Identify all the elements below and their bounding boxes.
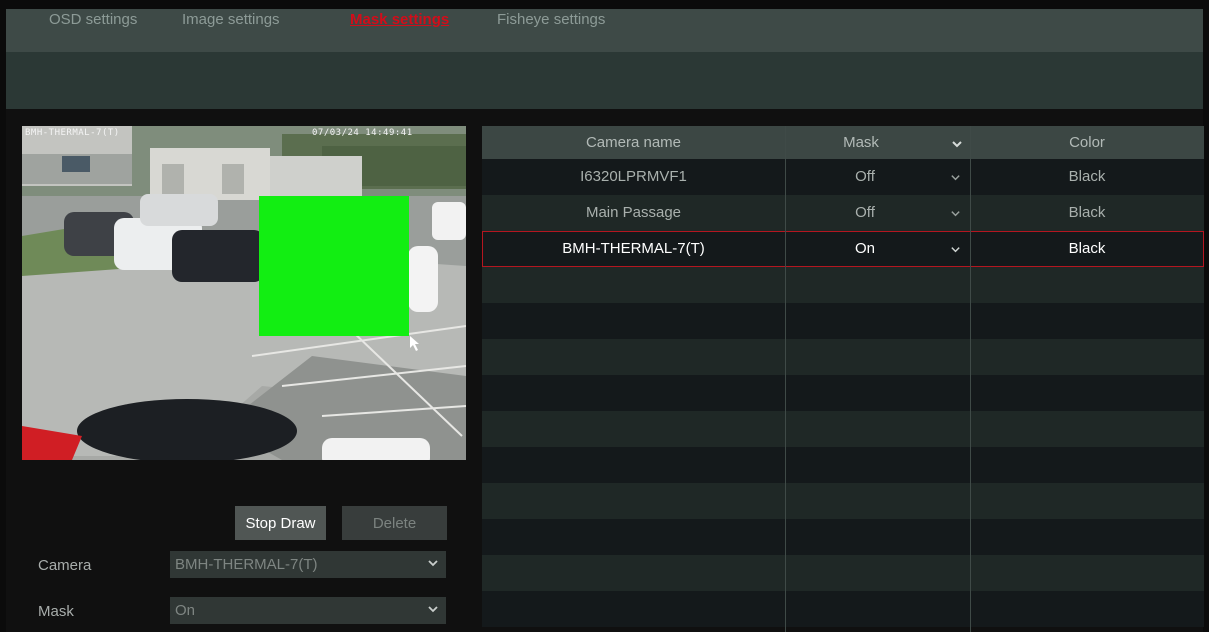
mask-select-value: On <box>175 602 196 619</box>
empty-row <box>482 303 1204 339</box>
chevron-down-icon[interactable] <box>950 208 961 219</box>
chevron-down-icon <box>428 560 438 567</box>
stop-draw-button[interactable]: Stop Draw <box>235 506 326 540</box>
chevron-down-icon[interactable] <box>951 138 963 150</box>
camera-select-value: BMH-THERMAL-7(T) <box>175 556 318 573</box>
camera-label: Camera <box>38 557 92 574</box>
table-row[interactable]: I6320LPRMVF1 Off Black <box>482 159 1204 195</box>
cell-color: Black <box>1068 240 1106 257</box>
osd-datetime: 07/03/24 14:49:41 <box>312 128 413 138</box>
cell-color: Black <box>1068 168 1106 185</box>
table-row-selected[interactable]: BMH-THERMAL-7(T) On Black <box>482 231 1204 267</box>
column-header-mask: Mask <box>843 134 879 151</box>
tab-osd-settings[interactable]: OSD settings <box>49 11 137 28</box>
cell-color: Black <box>1068 204 1106 221</box>
column-header-camera-name: Camera name <box>585 134 682 151</box>
camera-preview[interactable]: BMH-THERMAL-7(T) 07/03/24 14:49:41 <box>22 126 466 460</box>
empty-row <box>482 519 1204 555</box>
mask-table: Camera name Mask Color I6320LPRMVF1 Off … <box>482 126 1206 632</box>
mask-select[interactable]: On <box>170 597 446 624</box>
chevron-down-icon[interactable] <box>950 244 961 255</box>
osd-camera-name: BMH-THERMAL-7(T) <box>25 128 120 138</box>
chevron-down-icon <box>428 606 438 613</box>
column-divider <box>785 126 786 632</box>
cell-camera-name: BMH-THERMAL-7(T) <box>562 240 705 257</box>
sub-toolbar <box>6 52 1203 109</box>
mask-label: Mask <box>38 603 74 620</box>
tab-fisheye-settings[interactable]: Fisheye settings <box>497 11 605 28</box>
empty-row <box>482 339 1204 375</box>
cell-camera-name: Main Passage <box>585 204 682 221</box>
empty-row <box>482 591 1204 627</box>
column-divider <box>970 126 971 632</box>
cell-mask[interactable]: On <box>785 231 945 267</box>
tab-image-settings[interactable]: Image settings <box>182 11 280 28</box>
empty-row <box>482 267 1204 303</box>
table-header: Camera name Mask Color <box>482 126 1204 159</box>
empty-row <box>482 483 1204 519</box>
camera-select[interactable]: BMH-THERMAL-7(T) <box>170 551 446 578</box>
empty-row <box>482 555 1204 591</box>
cell-camera-name: I6320LPRMVF1 <box>580 168 687 185</box>
empty-row <box>482 411 1204 447</box>
empty-row <box>482 447 1204 483</box>
empty-row <box>482 375 1204 411</box>
delete-button[interactable]: Delete <box>342 506 447 540</box>
tab-mask-settings[interactable]: Mask settings <box>350 11 449 28</box>
table-row[interactable]: Main Passage Off Black <box>482 195 1204 231</box>
column-header-color: Color <box>1069 134 1105 151</box>
camera-scene-image <box>22 126 466 460</box>
cell-mask[interactable]: Off <box>785 159 945 195</box>
chevron-down-icon[interactable] <box>950 172 961 183</box>
cell-mask[interactable]: Off <box>785 195 945 231</box>
